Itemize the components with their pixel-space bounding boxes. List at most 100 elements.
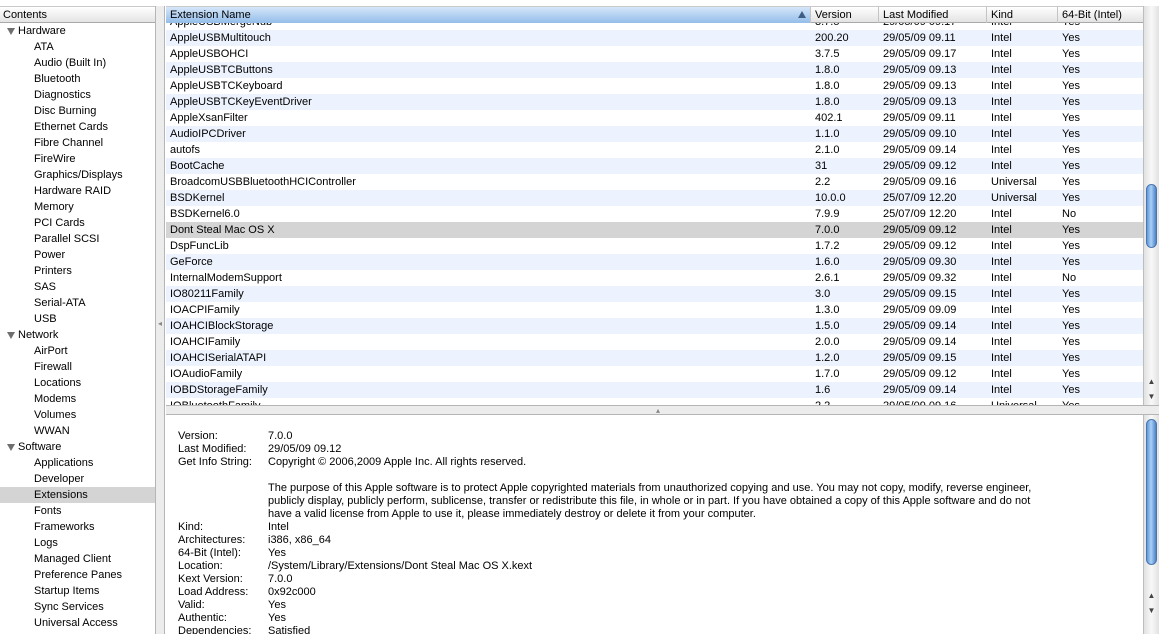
cell-extension-name: IOAudioFamily — [170, 368, 243, 380]
cell-version: 200.20 — [815, 32, 849, 44]
sidebar-item-extensions[interactable]: Extensions — [0, 487, 155, 503]
scroll-up-icon[interactable]: ▲ — [1144, 589, 1159, 603]
splitter-grip-icon[interactable]: ▴ — [656, 406, 660, 415]
sidebar-item-printers[interactable]: Printers — [0, 263, 155, 279]
sidebar-item-airport[interactable]: AirPort — [0, 343, 155, 359]
disclosure-triangle-icon[interactable] — [7, 332, 15, 339]
column-label: Extension Name — [170, 9, 251, 21]
sidebar-item-graphics-displays[interactable]: Graphics/Displays — [0, 167, 155, 183]
cell-extension-name: AppleUSBTCButtons — [170, 64, 273, 76]
cell-version: 1.6.0 — [815, 256, 840, 268]
vertical-splitter[interactable]: ◂ — [156, 6, 165, 634]
table-row[interactable]: DspFuncLib 1.7.2 29/05/09 09.12 Intel Yes — [166, 238, 1143, 254]
horizontal-splitter[interactable]: ▴ — [166, 405, 1159, 415]
detail-scrollbar[interactable]: ▲ ▼ — [1143, 415, 1159, 634]
table-row[interactable]: BSDKernel 10.0.0 25/07/09 12.20 Universal Ye… — [166, 190, 1143, 206]
sidebar-item-diagnostics[interactable]: Diagnostics — [0, 87, 155, 103]
sidebar-item-sync-services[interactable]: Sync Services — [0, 599, 155, 615]
detail-pane: Version: 7.0.0 Last Modified: 29/05/09 0… — [166, 415, 1159, 634]
detail-scroll-thumb[interactable] — [1146, 419, 1157, 565]
sidebar-item-startup-items[interactable]: Startup Items — [0, 583, 155, 599]
sidebar-item-applications[interactable]: Applications — [0, 455, 155, 471]
scroll-down-icon[interactable]: ▼ — [1144, 604, 1159, 618]
sidebar-item-developer[interactable]: Developer — [0, 471, 155, 487]
sidebar-group-hardware[interactable]: Hardware — [0, 23, 155, 39]
sidebar-item-power[interactable]: Power — [0, 247, 155, 263]
cell-64-bit: Yes — [1062, 384, 1080, 396]
sidebar-item-wwan[interactable]: WWAN — [0, 423, 155, 439]
sidebar-item-logs[interactable]: Logs — [0, 535, 155, 551]
table-scrollbar[interactable]: ▲ ▼ — [1143, 6, 1159, 405]
column-header-extension-name[interactable]: Extension Name — [166, 7, 811, 23]
table-row[interactable]: BootCache 31 29/05/09 09.12 Intel Yes — [166, 158, 1143, 174]
table-row[interactable]: IO80211Family 3.0 29/05/09 09.15 Intel Yes — [166, 286, 1143, 302]
table-row[interactable]: GeForce 1.6.0 29/05/09 09.30 Intel Yes — [166, 254, 1143, 270]
table-row[interactable]: AppleUSBMultitouch 200.20 29/05/09 09.11 In… — [166, 30, 1143, 46]
table-row[interactable]: AudioIPCDriver 1.1.0 29/05/09 09.10 Intel Ye… — [166, 126, 1143, 142]
sidebar-item-locations[interactable]: Locations — [0, 375, 155, 391]
table-row[interactable]: IOACPIFamily 1.3.0 29/05/09 09.09 Intel Yes — [166, 302, 1143, 318]
table-row[interactable]: InternalModemSupport 2.6.1 29/05/09 09.32 I… — [166, 270, 1143, 286]
table-row[interactable]: BroadcomUSBBluetoothHCIController 2.2 29/0… — [166, 174, 1143, 190]
table-row[interactable]: IOBDStorageFamily 1.6 29/05/09 09.14 Intel Y… — [166, 382, 1143, 398]
sidebar-header[interactable]: Contents — [0, 6, 155, 23]
column-header-kind[interactable]: Kind — [987, 7, 1058, 23]
sidebar-item-fonts[interactable]: Fonts — [0, 503, 155, 519]
sidebar-item-firewall[interactable]: Firewall — [0, 359, 155, 375]
column-header-last-modified[interactable]: Last Modified — [879, 7, 987, 23]
sidebar-item-bluetooth[interactable]: Bluetooth — [0, 71, 155, 87]
sidebar-item-volumes[interactable]: Volumes — [0, 407, 155, 423]
table-row[interactable]: AppleXsanFilter 402.1 29/05/09 09.11 Intel Y… — [166, 110, 1143, 126]
disclosure-triangle-icon[interactable] — [7, 444, 15, 451]
cell-version: 1.8.0 — [815, 64, 840, 76]
splitter-grip-icon[interactable]: ◂ — [158, 319, 162, 328]
cell-version: 1.5.0 — [815, 320, 840, 332]
sidebar-item-sas[interactable]: SAS — [0, 279, 155, 295]
sidebar-item-ethernet-cards[interactable]: Ethernet Cards — [0, 119, 155, 135]
table-scroll-thumb[interactable] — [1146, 184, 1157, 248]
cell-version: 1.3.0 — [815, 304, 840, 316]
sidebar-item-pci-cards[interactable]: PCI Cards — [0, 215, 155, 231]
sidebar-item-managed-client[interactable]: Managed Client — [0, 551, 155, 567]
scroll-down-icon[interactable]: ▼ — [1144, 390, 1159, 404]
sidebar-item-usb[interactable]: USB — [0, 311, 155, 327]
disclosure-triangle-icon[interactable] — [7, 28, 15, 35]
scroll-up-icon[interactable]: ▲ — [1144, 375, 1159, 389]
sidebar-item-memory[interactable]: Memory — [0, 199, 155, 215]
table-row[interactable]: autofs 2.1.0 29/05/09 09.14 Intel Yes — [166, 142, 1143, 158]
table-row[interactable]: AppleUSBMergeNub3.7.529/05/09 09.17Intel… — [166, 23, 1143, 30]
sidebar-item-firewire[interactable]: FireWire — [0, 151, 155, 167]
sidebar-item-hardware-raid[interactable]: Hardware RAID — [0, 183, 155, 199]
table-row[interactable]: AppleUSBTCButtons 1.8.0 29/05/09 09.13 Inte… — [166, 62, 1143, 78]
table-row[interactable]: IOBluetoothFamily2.229/05/09 09.16Univer… — [166, 398, 1143, 405]
detail-value: i386, x86_64 — [268, 534, 331, 546]
cell-64-bit: Yes — [1062, 352, 1080, 364]
table-row[interactable]: Dont Steal Mac OS X 7.0.0 29/05/09 09.12 In… — [166, 222, 1143, 238]
sidebar-item-serial-ata[interactable]: Serial-ATA — [0, 295, 155, 311]
table-row[interactable]: AppleUSBTCKeyboard 1.8.0 29/05/09 09.13 Int… — [166, 78, 1143, 94]
sidebar-group-software[interactable]: Software — [0, 439, 155, 455]
sidebar-item-modems[interactable]: Modems — [0, 391, 155, 407]
sidebar-group-network[interactable]: Network — [0, 327, 155, 343]
table-row[interactable]: IOAHCISerialATAPI 1.2.0 29/05/09 09.15 Inte… — [166, 350, 1143, 366]
sidebar-item-ata[interactable]: ATA — [0, 39, 155, 55]
table-row[interactable]: AppleUSBTCKeyEventDriver 1.8.0 29/05/09 09… — [166, 94, 1143, 110]
table-row[interactable]: AppleUSBOHCI 3.7.5 29/05/09 09.17 Intel Yes — [166, 46, 1143, 62]
table-row[interactable]: BSDKernel6.0 7.9.9 25/07/09 12.20 Intel No — [166, 206, 1143, 222]
cell-extension-name: IOBluetoothFamily — [166, 398, 811, 405]
cell-extension-name: BootCache — [170, 160, 225, 172]
sidebar-item-audio-built-in[interactable]: Audio (Built In) — [0, 55, 155, 71]
sidebar-item-parallel-scsi[interactable]: Parallel SCSI — [0, 231, 155, 247]
sidebar-item-disc-burning[interactable]: Disc Burning — [0, 103, 155, 119]
column-header-version[interactable]: Version — [811, 7, 879, 23]
column-header-64-bit[interactable]: 64-Bit (Intel) — [1058, 7, 1143, 23]
sidebar-item-preference-panes[interactable]: Preference Panes — [0, 567, 155, 583]
cell-64-bit: Yes — [1062, 192, 1080, 204]
table-row[interactable]: IOAHCIFamily 2.0.0 29/05/09 09.14 Intel Yes — [166, 334, 1143, 350]
table-row[interactable]: IOAHCIBlockStorage 1.5.0 29/05/09 09.14 Int… — [166, 318, 1143, 334]
sidebar-item-fibre-channel[interactable]: Fibre Channel — [0, 135, 155, 151]
table-row[interactable]: IOAudioFamily 1.7.0 29/05/09 09.12 Intel Yes — [166, 366, 1143, 382]
sidebar-item-universal-access[interactable]: Universal Access — [0, 615, 155, 631]
cell-version: 1.7.0 — [815, 368, 840, 380]
sidebar-item-frameworks[interactable]: Frameworks — [0, 519, 155, 535]
